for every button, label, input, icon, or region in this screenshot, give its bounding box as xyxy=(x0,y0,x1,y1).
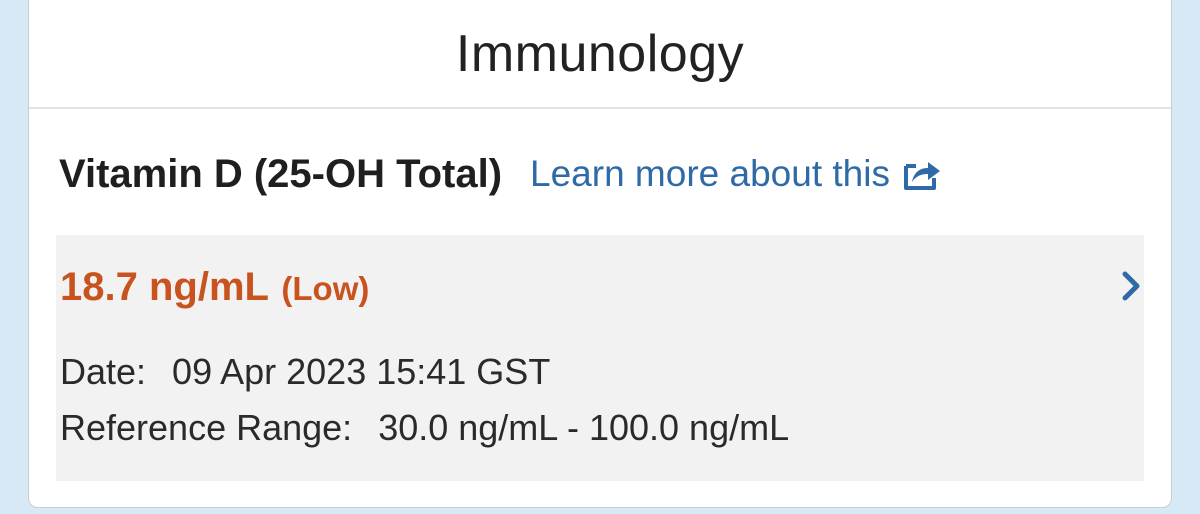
card-title: Immunology xyxy=(455,25,745,83)
test-name: Vitamin D (25-OH Total) xyxy=(59,151,503,196)
learn-more-label: Learn more about this xyxy=(530,153,890,194)
learn-more-link[interactable]: Learn more about this xyxy=(530,153,942,195)
result-value: 18.7 ng/mL xyxy=(60,265,269,309)
card-header: Immunology xyxy=(29,1,1171,109)
test-row: Vitamin D (25-OH Total) Learn more about… xyxy=(59,144,942,204)
external-share-icon xyxy=(902,156,942,192)
chevron-right-icon[interactable] xyxy=(1120,269,1144,303)
result-value-line: 18.7 ng/mL (Low) xyxy=(60,265,369,310)
date-value: 09 Apr 2023 15:41 GST xyxy=(172,351,551,392)
result-detail-panel[interactable]: 18.7 ng/mL (Low) Date: 09 Apr 2023 15:41 … xyxy=(56,235,1144,481)
lab-result-card: Immunology Vitamin D (25-OH Total) Learn… xyxy=(28,0,1172,508)
date-label: Date: xyxy=(60,351,147,392)
reference-range-label: Reference Range: xyxy=(60,407,353,448)
reference-range-value: 30.0 ng/mL - 100.0 ng/mL xyxy=(378,407,790,448)
result-flag: (Low) xyxy=(281,270,370,307)
reference-range-row: Reference Range: 30.0 ng/mL - 100.0 ng/mL xyxy=(60,407,789,449)
date-row: Date: 09 Apr 2023 15:41 GST xyxy=(60,351,550,393)
